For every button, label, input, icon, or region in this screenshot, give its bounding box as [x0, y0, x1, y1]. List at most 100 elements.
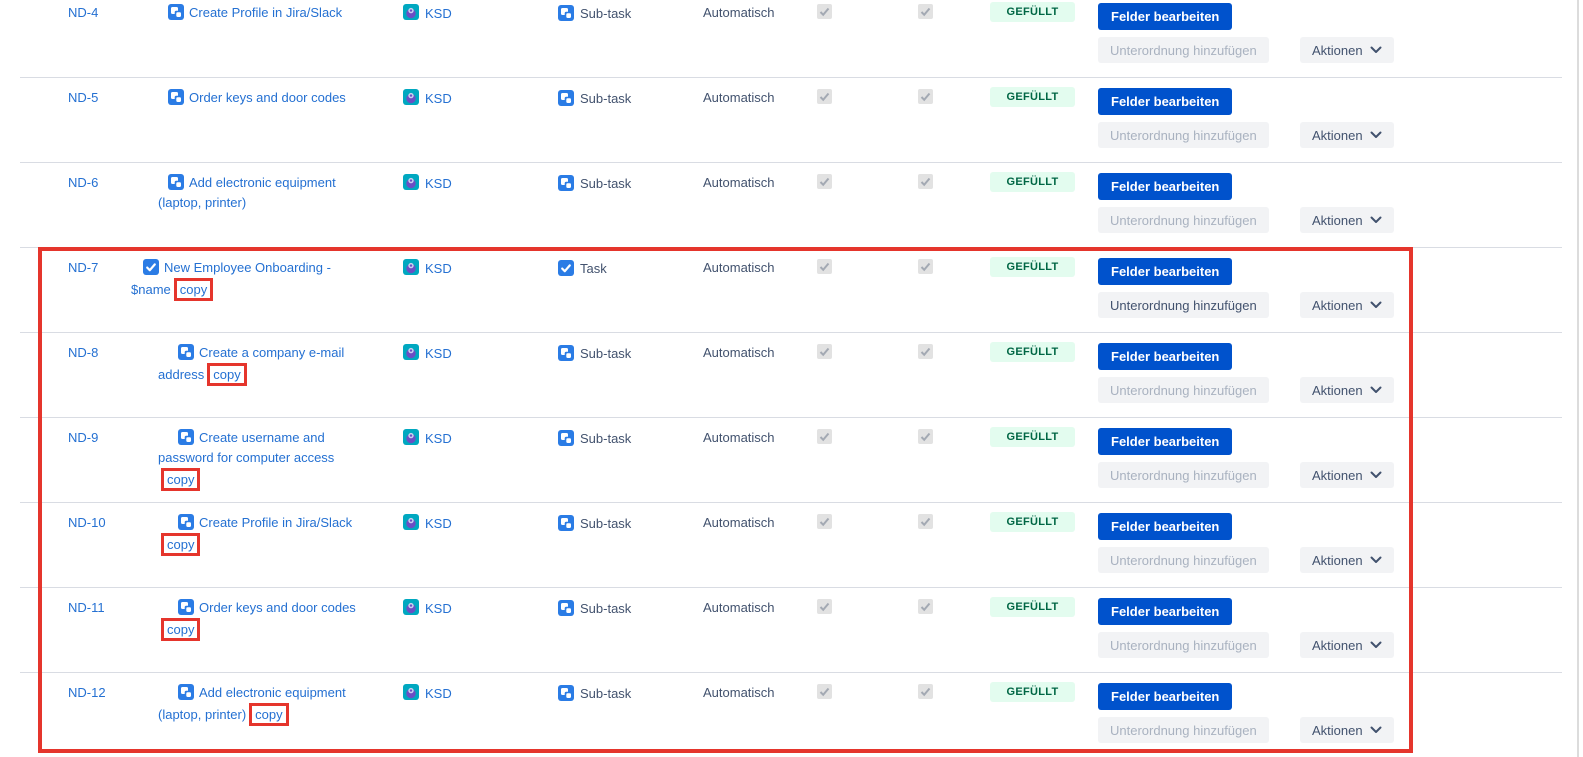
edit-fields-button[interactable]: Felder bearbeiten [1098, 513, 1232, 540]
issue-summary-link[interactable]: Create a company e-mailaddresscopy [131, 343, 408, 386]
check-icon [920, 601, 931, 612]
actions-dropdown-button[interactable]: Aktionen [1300, 717, 1394, 743]
disabled-checkbox [817, 429, 832, 444]
issue-row: ND-7 New Employee Onboarding -$namecopy … [0, 247, 1583, 332]
edit-fields-button[interactable]: Felder bearbeiten [1098, 88, 1232, 115]
issue-summary-link[interactable]: Add electronic equipment(laptop, printer… [131, 683, 408, 726]
project-link[interactable]: KSD [403, 90, 452, 106]
add-subtask-button: Unterordnung hinzufügen [1098, 207, 1269, 233]
add-subtask-button: Unterordnung hinzufügen [1098, 37, 1269, 63]
subtask-icon [558, 345, 574, 361]
issue-summary-link[interactable]: Create username andpassword for computer… [131, 428, 408, 491]
subtask-icon [168, 174, 184, 190]
add-subtask-button: Unterordnung hinzufügen [1098, 462, 1269, 488]
project-link[interactable]: KSD [403, 175, 452, 191]
issue-key-link[interactable]: ND-5 [68, 90, 98, 106]
issue-summary-link[interactable]: Add electronic equipment(laptop, printer… [131, 173, 408, 213]
issue-summary-link[interactable]: Create Profile in Jira/Slackcopy [131, 513, 408, 556]
disabled-checkbox [817, 89, 832, 104]
subtask-icon [168, 89, 184, 105]
project-avatar-icon [403, 89, 419, 108]
issue-summary-link[interactable]: New Employee Onboarding -$namecopy [131, 258, 381, 301]
project-link[interactable]: KSD [403, 5, 452, 21]
issue-row: ND-9 Create username andpassword for com… [0, 417, 1583, 502]
add-subtask-button: Unterordnung hinzufügen [1098, 547, 1269, 573]
issue-summary-link[interactable]: Order keys and door codescopy [131, 598, 408, 641]
project-avatar-icon [403, 514, 419, 533]
task-icon [558, 260, 574, 276]
issue-type-cell: Task [558, 260, 607, 276]
actions-dropdown-button[interactable]: Aktionen [1300, 547, 1394, 573]
subtask-icon [558, 600, 574, 616]
add-subtask-button: Unterordnung hinzufügen [1098, 377, 1269, 403]
edit-fields-button[interactable]: Felder bearbeiten [1098, 683, 1232, 710]
copy-annotation-box: copy [174, 278, 213, 301]
issue-key-link[interactable]: ND-6 [68, 175, 98, 191]
copy-annotation-box: copy [207, 363, 246, 386]
add-subtask-button[interactable]: Unterordnung hinzufügen [1098, 292, 1269, 318]
chevron-down-icon [1370, 301, 1382, 309]
issue-type-label: Task [580, 261, 607, 276]
issue-summary-link[interactable]: Create Profile in Jira/Slack [131, 3, 408, 23]
subtask-icon [558, 90, 574, 106]
edit-fields-button[interactable]: Felder bearbeiten [1098, 598, 1232, 625]
automation-label: Automatisch [703, 515, 775, 531]
actions-dropdown-button[interactable]: Aktionen [1300, 462, 1394, 488]
project-avatar-icon [403, 599, 419, 618]
actions-label: Aktionen [1312, 383, 1363, 398]
issue-key-link[interactable]: ND-7 [68, 260, 98, 276]
project-link[interactable]: KSD [403, 685, 452, 701]
check-icon [819, 91, 830, 102]
issue-key-link[interactable]: ND-11 [68, 600, 105, 616]
automation-label: Automatisch [703, 260, 775, 276]
issue-key-link[interactable]: ND-4 [68, 5, 98, 21]
disabled-checkbox [817, 4, 832, 19]
check-icon [920, 176, 931, 187]
project-link[interactable]: KSD [403, 345, 452, 361]
task-icon [143, 259, 159, 275]
chevron-down-icon [1370, 471, 1382, 479]
issue-key-link[interactable]: ND-8 [68, 345, 98, 361]
actions-label: Aktionen [1312, 128, 1363, 143]
edit-fields-button[interactable]: Felder bearbeiten [1098, 173, 1232, 200]
check-icon [819, 601, 830, 612]
copy-annotation-box: copy [249, 703, 288, 726]
subtask-icon [168, 4, 184, 20]
project-link[interactable]: KSD [403, 600, 452, 616]
actions-dropdown-button[interactable]: Aktionen [1300, 122, 1394, 148]
actions-label: Aktionen [1312, 638, 1363, 653]
check-icon [819, 176, 830, 187]
subtask-icon [558, 5, 574, 21]
edit-fields-button[interactable]: Felder bearbeiten [1098, 258, 1232, 285]
actions-dropdown-button[interactable]: Aktionen [1300, 37, 1394, 63]
issue-type-cell: Sub-task [558, 175, 631, 191]
actions-dropdown-button[interactable]: Aktionen [1300, 632, 1394, 658]
project-link[interactable]: KSD [403, 515, 452, 531]
project-link[interactable]: KSD [403, 260, 452, 276]
status-badge: GEFÜLLT [990, 597, 1075, 617]
edit-fields-button[interactable]: Felder bearbeiten [1098, 428, 1232, 455]
project-link[interactable]: KSD [403, 430, 452, 446]
edit-fields-button[interactable]: Felder bearbeiten [1098, 343, 1232, 370]
edit-fields-button[interactable]: Felder bearbeiten [1098, 3, 1232, 30]
issue-summary-link[interactable]: Order keys and door codes [131, 88, 408, 108]
issue-type-cell: Sub-task [558, 90, 631, 106]
actions-dropdown-button[interactable]: Aktionen [1300, 292, 1394, 318]
issue-key-link[interactable]: ND-12 [68, 685, 106, 701]
issue-key-link[interactable]: ND-10 [68, 515, 106, 531]
issue-type-cell: Sub-task [558, 430, 631, 446]
actions-dropdown-button[interactable]: Aktionen [1300, 377, 1394, 403]
actions-dropdown-button[interactable]: Aktionen [1300, 207, 1394, 233]
issue-key-link[interactable]: ND-9 [68, 430, 98, 446]
issue-type-label: Sub-task [580, 516, 631, 531]
project-name: KSD [425, 346, 452, 361]
disabled-checkbox [918, 174, 933, 189]
status-badge: GEFÜLLT [990, 257, 1075, 277]
project-avatar-icon [403, 684, 419, 703]
project-name: KSD [425, 91, 452, 106]
add-subtask-button: Unterordnung hinzufügen [1098, 717, 1269, 743]
status-badge: GEFÜLLT [990, 172, 1075, 192]
subtask-icon [558, 430, 574, 446]
issue-type-cell: Sub-task [558, 685, 631, 701]
status-badge: GEFÜLLT [990, 427, 1075, 447]
